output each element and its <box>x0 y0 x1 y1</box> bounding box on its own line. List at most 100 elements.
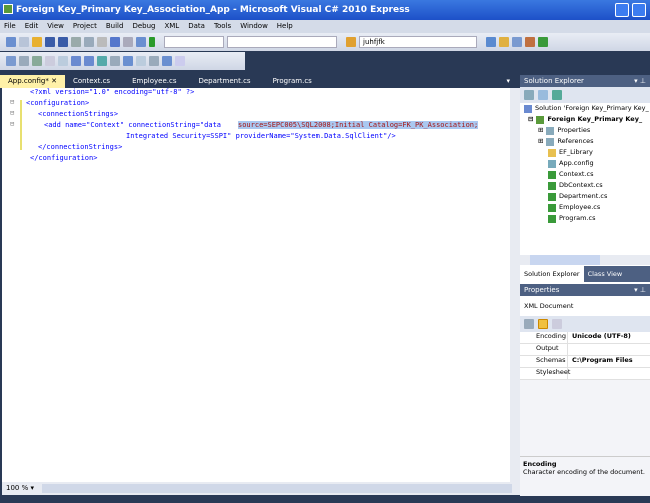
code-line: </configuration> <box>30 154 98 162</box>
redo-icon[interactable] <box>123 37 133 47</box>
menu-data[interactable]: Data <box>188 22 205 31</box>
collapse-icon[interactable]: ⊟ <box>10 98 14 106</box>
menu-view[interactable]: View <box>47 22 64 31</box>
tab-context[interactable]: Context.cs <box>65 75 118 88</box>
menu-tools[interactable]: Tools <box>214 22 231 31</box>
tree-item-file[interactable]: App.config <box>524 158 650 169</box>
bookmark-icon[interactable] <box>110 56 120 66</box>
property-value[interactable]: Unicode (UTF-8) <box>568 332 631 343</box>
find-icon[interactable] <box>346 37 356 47</box>
horizontal-scrollbar[interactable] <box>520 255 650 265</box>
cut-icon[interactable] <box>71 37 81 47</box>
save-icon[interactable] <box>45 37 55 47</box>
tree-item-properties[interactable]: ⊞ Properties <box>524 125 650 136</box>
navigate-icon[interactable] <box>136 37 146 47</box>
paste-icon[interactable] <box>97 37 107 47</box>
tree-item-file[interactable]: Context.cs <box>524 169 650 180</box>
tab-solution-explorer[interactable]: Solution Explorer <box>520 266 584 282</box>
tree-label: App.config <box>559 159 594 167</box>
start-debug-icon[interactable] <box>149 37 155 47</box>
tree-item-references[interactable]: ⊞ References <box>524 136 650 147</box>
config-combo[interactable] <box>164 36 224 48</box>
menu-edit[interactable]: Edit <box>25 22 39 31</box>
object-browser-icon[interactable] <box>512 37 522 47</box>
app-icon <box>3 4 13 14</box>
object-selector[interactable]: XML Document <box>520 296 650 316</box>
tree-item-file[interactable]: DbContext.cs <box>524 180 650 191</box>
property-pages-icon[interactable] <box>552 319 562 329</box>
properties-panel: Properties ▾ ⊥ XML Document Encoding Unico… <box>520 284 650 496</box>
property-row[interactable]: Encoding Unicode (UTF-8) <box>520 332 650 344</box>
outdent-icon[interactable] <box>58 56 68 66</box>
toolbox-icon[interactable] <box>525 37 535 47</box>
minimize-button[interactable] <box>615 3 629 17</box>
alphabetical-icon[interactable] <box>538 319 548 329</box>
tree-item-folder[interactable]: EF_Library <box>524 147 650 158</box>
vertical-scrollbar[interactable] <box>510 88 520 482</box>
zoom-level[interactable]: 100 % <box>6 484 28 492</box>
new-project-icon[interactable] <box>6 37 16 47</box>
tab-program[interactable]: Program.cs <box>259 75 320 88</box>
close-icon[interactable]: ✕ <box>51 77 57 85</box>
property-value[interactable] <box>568 368 572 379</box>
properties-icon[interactable] <box>499 37 509 47</box>
parameter-info-icon[interactable] <box>19 56 29 66</box>
property-value[interactable]: C:\Program Files <box>568 356 633 367</box>
tree-label: DbContext.cs <box>559 181 603 189</box>
property-row[interactable]: Stylesheet <box>520 368 650 380</box>
menu-project[interactable]: Project <box>73 22 97 31</box>
member-list-icon[interactable] <box>6 56 16 66</box>
copy-icon[interactable] <box>84 37 94 47</box>
start-page-icon[interactable] <box>538 37 548 47</box>
tree-item-file[interactable]: Program.cs <box>524 213 650 224</box>
complete-word-icon[interactable] <box>45 56 55 66</box>
pin-icon[interactable]: ▾ ⊥ <box>634 286 646 294</box>
platform-combo[interactable] <box>227 36 337 48</box>
next-bookmark-icon[interactable] <box>149 56 159 66</box>
tree-item-file[interactable]: Department.cs <box>524 191 650 202</box>
property-row[interactable]: Output <box>520 344 650 356</box>
find-combo[interactable]: juhfjfk <box>359 36 477 48</box>
tab-app-config[interactable]: App.config* ✕ <box>0 75 65 88</box>
property-value[interactable] <box>568 344 572 355</box>
properties-icon[interactable] <box>524 90 534 100</box>
refresh-icon[interactable] <box>552 90 562 100</box>
uncomment-icon[interactable] <box>97 56 107 66</box>
pin-icon[interactable]: ▾ ⊥ <box>634 77 646 85</box>
toggle-bookmark-icon[interactable] <box>123 56 133 66</box>
property-name: Stylesheet <box>520 368 570 379</box>
add-item-icon[interactable] <box>19 37 29 47</box>
show-all-files-icon[interactable] <box>538 90 548 100</box>
tree-item-solution[interactable]: Solution 'Foreign Key_Primary Key_ <box>524 103 650 114</box>
undo-icon[interactable] <box>110 37 120 47</box>
tab-class-view[interactable]: Class View <box>584 266 627 282</box>
prev-bookmark-folder-icon[interactable] <box>162 56 172 66</box>
collapse-icon[interactable]: ⊟ <box>10 120 14 128</box>
menu-build[interactable]: Build <box>106 22 124 31</box>
open-icon[interactable] <box>32 37 42 47</box>
save-all-icon[interactable] <box>58 37 68 47</box>
clear-bookmarks-icon[interactable] <box>175 56 185 66</box>
restore-button[interactable] <box>632 3 646 17</box>
solution-explorer-icon[interactable] <box>486 37 496 47</box>
menu-window[interactable]: Window <box>240 22 268 31</box>
collapse-icon[interactable]: ⊟ <box>10 109 14 117</box>
categorized-icon[interactable] <box>524 319 534 329</box>
code-editor[interactable]: ⊟ ⊟ ⊟ <?xml version="1.0" encoding="utf-… <box>2 88 510 482</box>
code-line: </connectionStrings> <box>38 143 123 151</box>
menu-help[interactable]: Help <box>277 22 293 31</box>
prev-bookmark-icon[interactable] <box>136 56 146 66</box>
tree-item-project[interactable]: ⊟ Foreign Key_Primary Key_ <box>524 114 650 125</box>
quick-info-icon[interactable] <box>32 56 42 66</box>
menu-xml[interactable]: XML <box>164 22 179 31</box>
tab-dropdown-icon[interactable]: ▾ <box>498 75 518 88</box>
indent-icon[interactable] <box>71 56 81 66</box>
property-row[interactable]: Schemas C:\Program Files <box>520 356 650 368</box>
tab-employee[interactable]: Employee.cs <box>118 75 184 88</box>
tree-item-file[interactable]: Employee.cs <box>524 202 650 213</box>
menu-debug[interactable]: Debug <box>132 22 155 31</box>
tab-department[interactable]: Department.cs <box>184 75 258 88</box>
comment-icon[interactable] <box>84 56 94 66</box>
menu-file[interactable]: File <box>4 22 16 31</box>
horizontal-scrollbar[interactable] <box>42 484 512 493</box>
